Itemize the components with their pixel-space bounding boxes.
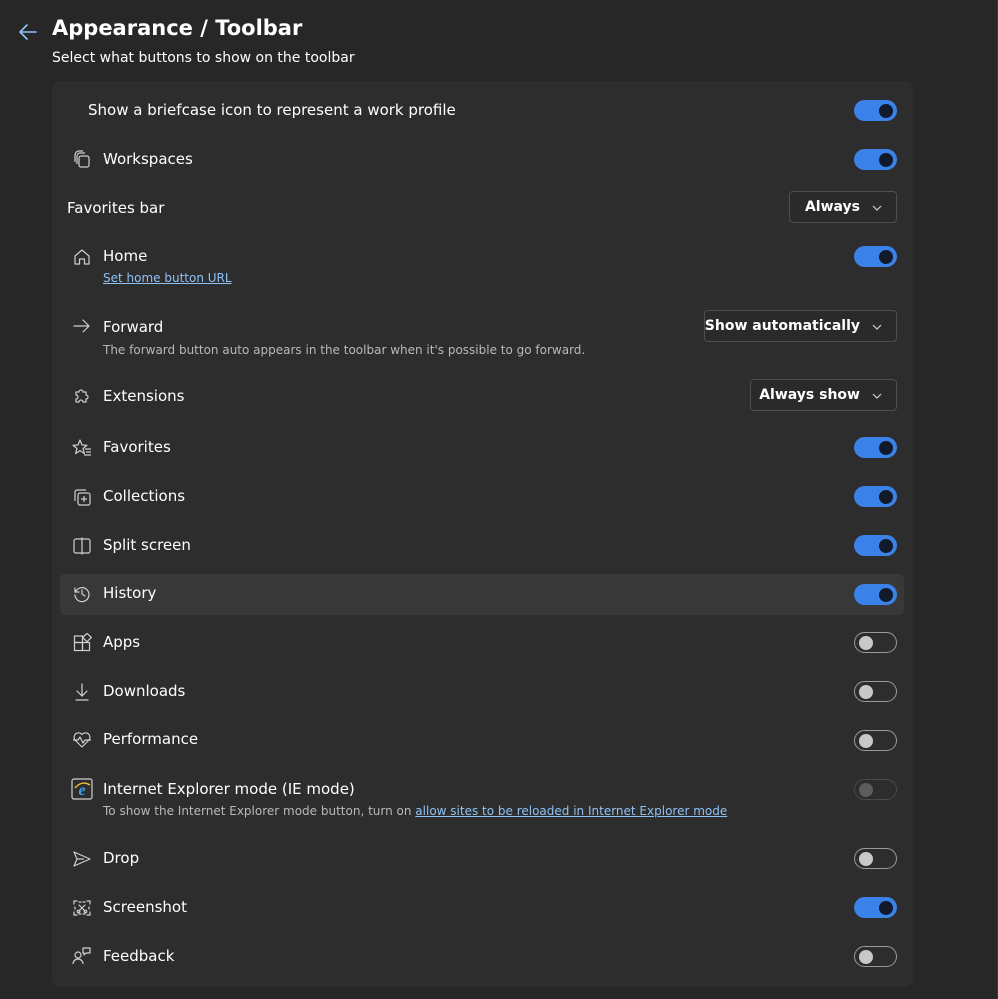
chevron-down-icon <box>872 393 882 399</box>
page-subtitle: Select what buttons to show on the toolb… <box>52 50 355 66</box>
setting-row-extensions: Extensions Always show <box>60 373 904 419</box>
setting-label: Show a briefcase icon to represent a wor… <box>88 101 456 119</box>
setting-row-workspaces: Workspaces <box>60 138 904 182</box>
send-icon <box>72 849 92 869</box>
drop-toggle[interactable] <box>854 848 897 869</box>
ie-description-text: To show the Internet Explorer mode butto… <box>103 804 416 818</box>
apps-icon <box>72 632 93 653</box>
arrow-left-icon <box>19 24 37 40</box>
collections-icon <box>72 487 92 507</box>
setting-label: Downloads <box>103 682 186 700</box>
page-header: Appearance / Toolbar Select what buttons… <box>0 0 998 80</box>
apps-toggle[interactable] <box>854 632 897 653</box>
setting-label: Performance <box>103 730 199 748</box>
internet-explorer-icon: e <box>71 778 93 800</box>
ie-mode-settings-link[interactable]: allow sites to be reloaded in Internet E… <box>415 804 727 818</box>
history-toggle[interactable] <box>854 584 897 605</box>
puzzle-icon <box>72 386 92 406</box>
setting-label: Feedback <box>103 947 175 965</box>
ie-mode-toggle <box>854 779 897 800</box>
setting-label: Workspaces <box>103 150 193 168</box>
setting-label: Extensions <box>103 387 185 405</box>
collections-toggle[interactable] <box>854 486 897 507</box>
setting-row-favorites: Favorites <box>60 427 904 469</box>
home-icon <box>72 247 92 267</box>
setting-label: Forward <box>103 318 164 336</box>
setting-row-downloads: Downloads <box>60 671 904 713</box>
workspaces-icon <box>72 150 92 170</box>
performance-toggle[interactable] <box>854 730 897 751</box>
setting-description: The forward button auto appears in the t… <box>103 343 586 357</box>
split-screen-icon <box>72 536 92 556</box>
setting-label: Favorites <box>103 438 171 456</box>
heartbeat-icon <box>72 730 92 750</box>
screenshot-icon <box>72 898 92 918</box>
work-profile-toggle[interactable] <box>854 100 897 121</box>
feedback-toggle[interactable] <box>854 946 897 967</box>
download-icon <box>72 682 92 702</box>
setting-row-performance: Performance <box>60 720 904 762</box>
feedback-icon <box>72 946 92 966</box>
page-title: Appearance / Toolbar <box>52 16 303 40</box>
setting-label: Apps <box>103 633 141 651</box>
split-screen-toggle[interactable] <box>854 535 897 556</box>
favorites-toggle[interactable] <box>854 437 897 458</box>
dropdown-value: Always <box>804 199 860 215</box>
setting-row-apps: Apps <box>60 622 904 664</box>
dropdown-value: Show automatically <box>704 318 860 334</box>
setting-row-forward: Forward The forward button auto appears … <box>60 301 904 363</box>
setting-label: History <box>103 584 157 602</box>
setting-row-work-profile: Show a briefcase icon to represent a wor… <box>60 89 904 133</box>
downloads-toggle[interactable] <box>854 681 897 702</box>
setting-row-home: Home Set home button URL <box>60 236 904 296</box>
workspaces-toggle[interactable] <box>854 149 897 170</box>
extensions-dropdown[interactable]: Always show <box>750 379 897 411</box>
setting-row-history: History <box>60 574 904 615</box>
chevron-down-icon <box>872 324 882 330</box>
setting-label: Drop <box>103 849 140 867</box>
home-toggle[interactable] <box>854 246 897 267</box>
favorites-bar-dropdown[interactable]: Always <box>789 191 897 223</box>
setting-row-favorites-bar: Favorites bar Always <box>60 187 904 231</box>
setting-label: Home <box>103 247 148 265</box>
setting-row-screenshot: Screenshot <box>60 887 904 929</box>
setting-row-split-screen: Split screen <box>60 525 904 567</box>
forward-dropdown[interactable]: Show automatically <box>704 310 897 342</box>
history-icon <box>72 584 92 604</box>
set-home-url-link[interactable]: Set home button URL <box>103 271 232 285</box>
setting-row-feedback: Feedback <box>60 936 904 978</box>
setting-row-collections: Collections <box>60 476 904 518</box>
arrow-right-icon <box>72 316 92 336</box>
dropdown-value: Always show <box>759 387 860 403</box>
setting-row-drop: Drop <box>60 838 904 880</box>
setting-description: To show the Internet Explorer mode butto… <box>103 804 727 818</box>
star-list-icon <box>72 438 92 458</box>
chevron-down-icon <box>872 205 882 211</box>
setting-label: Favorites bar <box>67 199 165 217</box>
toolbar-settings-card: Show a briefcase icon to represent a wor… <box>52 81 913 987</box>
back-button[interactable] <box>14 18 42 46</box>
setting-label: Collections <box>103 487 186 505</box>
setting-label: Internet Explorer mode (IE mode) <box>103 780 355 798</box>
setting-row-ie-mode: e Internet Explorer mode (IE mode) To sh… <box>60 769 904 827</box>
setting-label: Split screen <box>103 536 191 554</box>
setting-label: Screenshot <box>103 898 187 916</box>
screenshot-toggle[interactable] <box>854 897 897 918</box>
